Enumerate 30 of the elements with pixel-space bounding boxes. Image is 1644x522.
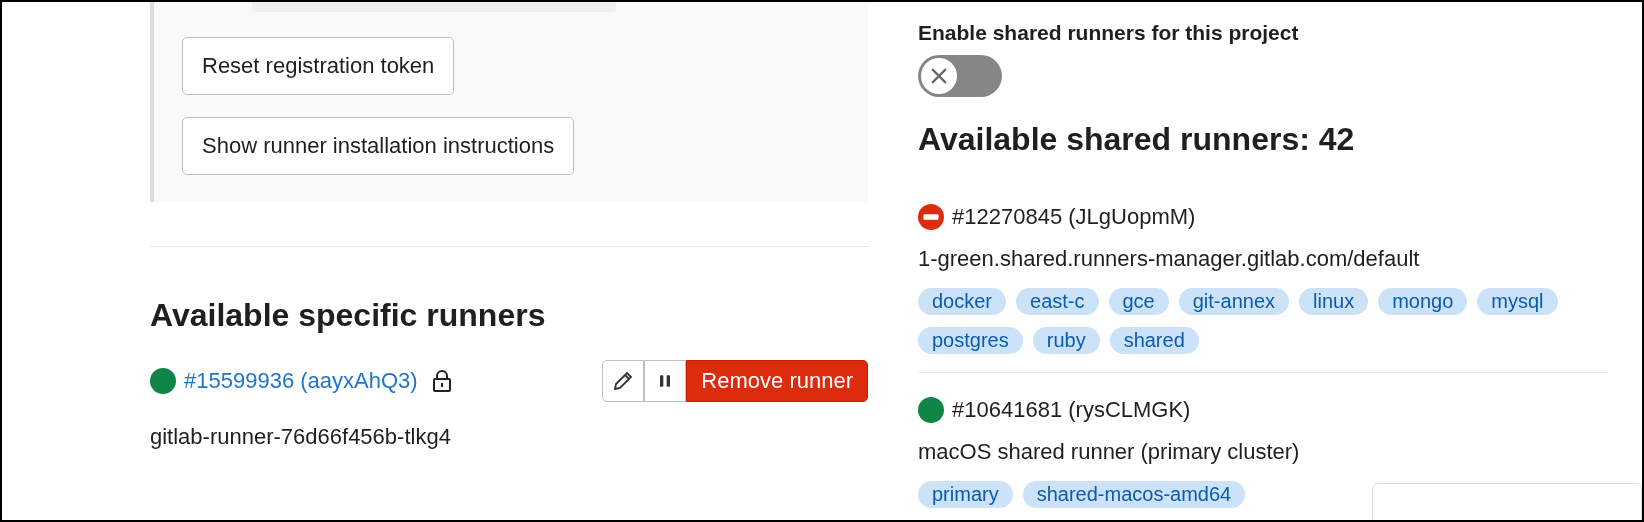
runner-name: #12270845 (JLgUopmM) xyxy=(952,204,1196,230)
status-dot-icon xyxy=(150,368,176,394)
section-heading: Available shared runners: 42 xyxy=(918,121,1356,158)
runner-description: gitlab-runner-76d66f456b-tlkg4 xyxy=(150,424,452,450)
action-button[interactable]: Reset registration token xyxy=(182,37,455,95)
toggle-label: Enable shared runners for this project xyxy=(918,21,1300,45)
edit-button[interactable] xyxy=(602,360,645,402)
tag-badge: shared xyxy=(1109,327,1199,354)
tag-badge: mongo xyxy=(1378,288,1468,315)
runner-link[interactable]: #15599936 (aayxAhQ3) xyxy=(184,368,418,394)
runner-description: macOS shared runner (primary cluster) xyxy=(918,439,1301,465)
pause-button[interactable] xyxy=(644,360,687,402)
tag-badge: docker xyxy=(918,288,1007,315)
tag-badge: ruby xyxy=(1032,327,1100,354)
runner-name: #10641681 (rysCLMGK) xyxy=(952,397,1191,423)
tag-badge: east-c xyxy=(1016,288,1099,315)
tag-badge: linux xyxy=(1299,288,1369,315)
tag-badge: gce xyxy=(1108,288,1169,315)
section-heading: Available specific runners xyxy=(150,297,547,334)
remove-runner-button[interactable]: Remove runner xyxy=(686,360,868,402)
tag-badge: mysql xyxy=(1477,288,1558,315)
tag-badge: git-annex xyxy=(1178,288,1290,315)
tag-badge: primary xyxy=(918,481,1013,508)
toggle-switch[interactable] xyxy=(918,55,1002,97)
tag-badge: postgres xyxy=(918,327,1023,354)
tag-badge: shared-macos-amd64 xyxy=(1022,481,1246,508)
action-button[interactable]: Show runner installation instructions xyxy=(182,117,575,175)
runner-description: 1-green.shared.runners-manager.gitlab.com/default xyxy=(918,246,1421,272)
status-dot-icon xyxy=(918,397,944,423)
paused-icon xyxy=(918,204,944,230)
